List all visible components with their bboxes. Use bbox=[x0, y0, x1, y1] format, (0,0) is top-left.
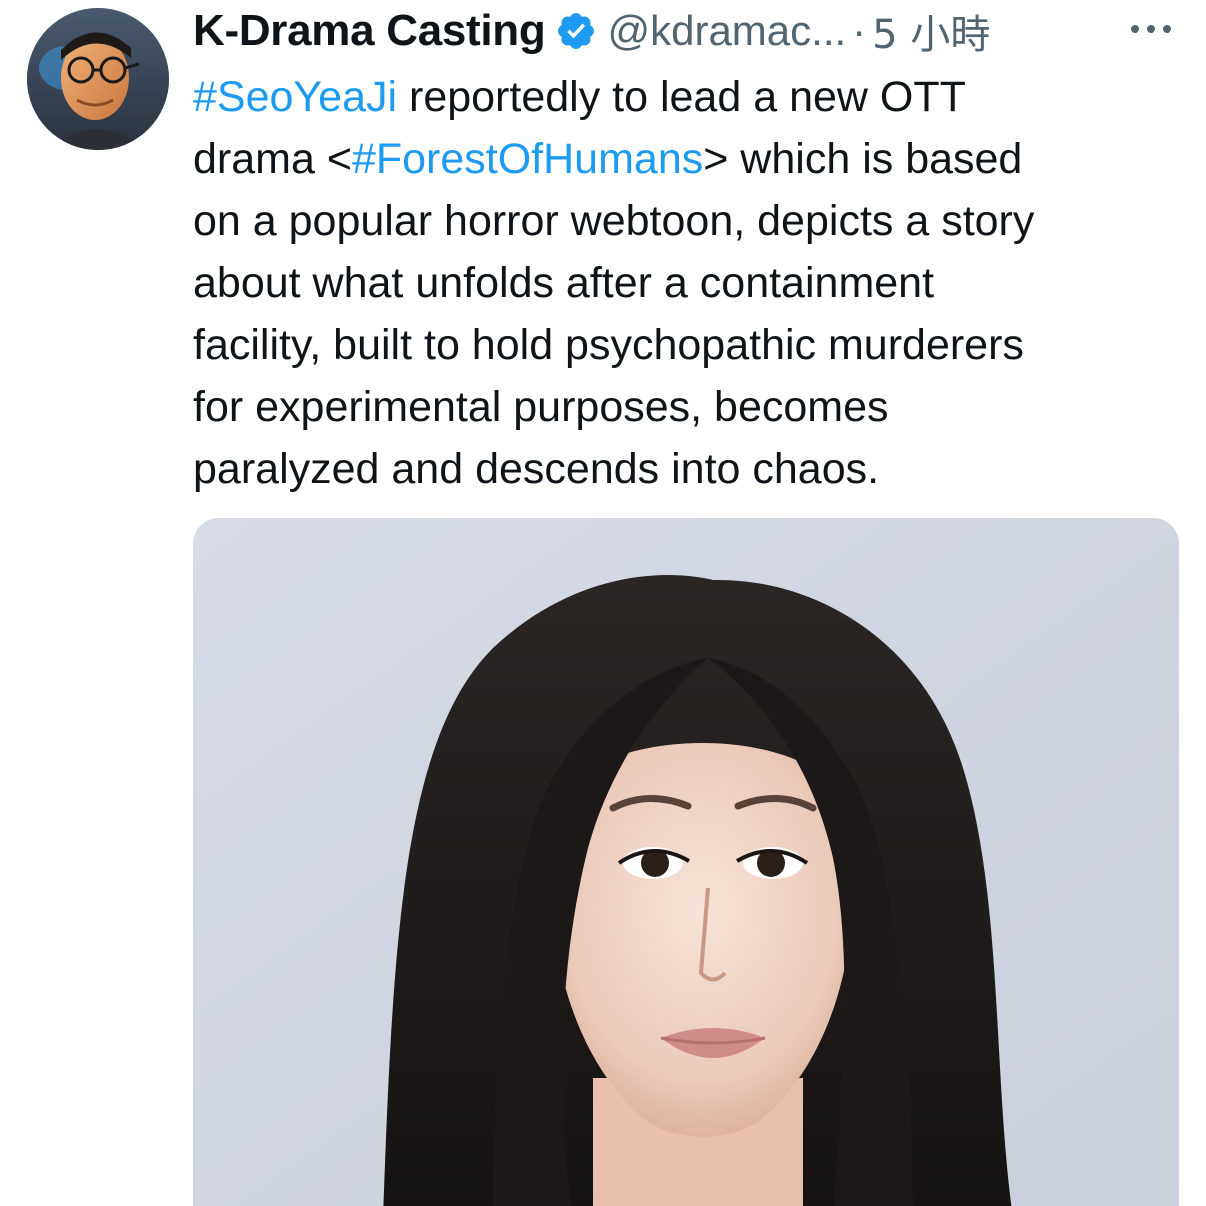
separator-dot: · bbox=[852, 7, 867, 54]
tweet[interactable]: K-Drama Casting @kdramac... · 5 小時 #SeoY… bbox=[0, 0, 1206, 1206]
tweet-text-line: on a popular horror webtoon, depicts a s… bbox=[193, 190, 1183, 252]
portrait-photo-icon bbox=[193, 518, 1179, 1206]
tweet-text-line: paralyzed and descends into chaos. bbox=[193, 438, 1183, 500]
tweet-text-segment: > which is based bbox=[703, 135, 1023, 183]
tweet-text-segment: facility, built to hold psychopathic mur… bbox=[193, 321, 1024, 369]
author-display-name[interactable]: K-Drama Casting bbox=[193, 6, 546, 56]
tweet-text-segment: on a popular horror webtoon, depicts a s… bbox=[193, 197, 1035, 245]
tweet-text: #SeoYeaJi reportedly to lead a new OTT dr… bbox=[193, 66, 1183, 500]
tweet-text-segment: drama < bbox=[193, 135, 352, 183]
verified-badge-icon[interactable] bbox=[555, 10, 597, 52]
tweet-text-line: drama <#ForestOfHumans> which is based bbox=[193, 128, 1183, 190]
tweet-timestamp[interactable]: 5 小時 bbox=[872, 2, 990, 60]
tweet-text-line: #SeoYeaJi reportedly to lead a new OTT bbox=[193, 66, 1183, 128]
author-handle[interactable]: @kdramac... bbox=[607, 7, 846, 55]
hashtag-link[interactable]: #ForestOfHumans bbox=[352, 135, 703, 183]
avatar-photo-icon bbox=[27, 8, 169, 150]
more-dots-icon bbox=[1131, 25, 1171, 33]
tweet-text-line: facility, built to hold psychopathic mur… bbox=[193, 314, 1183, 376]
tweet-text-segment: for experimental purposes, becomes bbox=[193, 383, 889, 431]
avatar[interactable] bbox=[27, 8, 169, 150]
tweet-header: K-Drama Casting @kdramac... · 5 小時 bbox=[193, 0, 1183, 62]
more-options-button[interactable] bbox=[1126, 14, 1176, 44]
hashtag-link[interactable]: #SeoYeaJi bbox=[193, 73, 397, 121]
tweet-text-line: for experimental purposes, becomes bbox=[193, 376, 1183, 438]
tweet-text-segment: about what unfolds after a containment bbox=[193, 259, 935, 307]
tweet-text-segment: reportedly to lead a new OTT bbox=[397, 73, 966, 121]
tweet-text-segment: paralyzed and descends into chaos. bbox=[193, 445, 880, 493]
tweet-text-line: about what unfolds after a containment bbox=[193, 252, 1183, 314]
tweet-media-photo[interactable] bbox=[193, 518, 1179, 1206]
